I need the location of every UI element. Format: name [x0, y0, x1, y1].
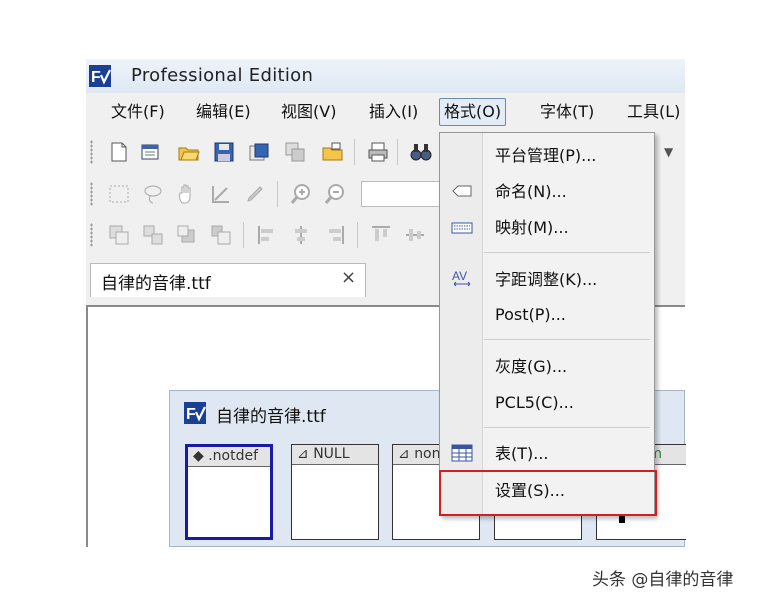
menu-edit[interactable]: 编辑(E)	[192, 99, 255, 125]
align-top-icon[interactable]	[370, 224, 392, 246]
save-icon[interactable]	[213, 141, 235, 163]
glyph-name: non	[414, 446, 441, 462]
menu-insert[interactable]: 插入(I)	[365, 99, 422, 125]
menu-item-pcl5[interactable]: PCL5(C)...	[495, 390, 574, 416]
menu-separator	[484, 427, 650, 428]
document-tab[interactable]: 自律的音律.ttf ×	[90, 263, 366, 297]
menu-separator	[484, 339, 650, 340]
hand-tool-icon[interactable]	[176, 183, 198, 205]
glyph-name: NULL	[313, 446, 350, 462]
menu-item-tables[interactable]: 表(T)...	[495, 441, 549, 467]
menu-item-mapping[interactable]: 映射(M)...	[495, 215, 569, 241]
save-all-icon[interactable]	[248, 141, 270, 163]
ungroup-icon[interactable]	[142, 224, 164, 246]
menu-item-grayscale[interactable]: 灰度(G)...	[495, 354, 567, 380]
open-project-icon[interactable]	[322, 141, 344, 163]
title-bar[interactable]: F Professional Edition	[86, 59, 685, 93]
bring-forward-icon[interactable]	[176, 224, 198, 246]
menu-view[interactable]: 视图(V)	[277, 99, 340, 125]
group-icon[interactable]	[108, 224, 130, 246]
toolbar-grip[interactable]	[90, 223, 93, 247]
close-tab-icon[interactable]: ×	[341, 267, 356, 288]
svg-text:F: F	[186, 406, 196, 423]
svg-text:AV: AV	[452, 269, 467, 283]
menu-item-post[interactable]: Post(P)...	[495, 302, 566, 328]
menu-format[interactable]: 格式(O)	[439, 98, 507, 126]
toolbar-separator	[277, 181, 278, 207]
menu-item-platform-manager[interactable]: 平台管理(P)...	[495, 143, 596, 169]
align-right-icon[interactable]	[324, 224, 346, 246]
menu-file[interactable]: 文件(F)	[107, 99, 169, 125]
kerning-icon: AV	[452, 269, 471, 287]
tag-icon	[452, 185, 472, 197]
print-icon[interactable]	[367, 141, 389, 163]
toolbar-grip[interactable]	[90, 182, 93, 206]
document-tab-label: 自律的音律.ttf	[101, 274, 211, 294]
toolbar-separator	[397, 139, 398, 165]
zoom-level-input[interactable]	[361, 181, 441, 207]
window-title: Professional Edition	[131, 65, 314, 86]
menu-bar: 文件(F) 编辑(E) 视图(V) 插入(I) 格式(O) 字体(T) 工具(L…	[86, 93, 685, 132]
glyph-cell[interactable]: ◆ .notdef	[185, 444, 273, 540]
menu-font[interactable]: 字体(T)	[536, 99, 598, 125]
find-icon[interactable]	[410, 141, 432, 163]
lasso-icon[interactable]	[142, 183, 164, 205]
open-folder-icon[interactable]	[178, 141, 200, 163]
format-menu-dropdown: 平台管理(P)... 命名(N)... 映射(M)... AV 字距调整(K).…	[439, 132, 655, 516]
copy-font-icon[interactable]	[284, 141, 306, 163]
font-window-title: 自律的音律.ttf	[216, 407, 326, 427]
glyph-preview	[619, 515, 625, 523]
settings-highlight-box	[439, 470, 657, 516]
app-logo-icon: F	[89, 65, 111, 87]
measure-icon[interactable]	[210, 183, 232, 205]
svg-text:F: F	[91, 69, 101, 86]
send-backward-icon[interactable]	[210, 224, 232, 246]
zoom-in-icon[interactable]	[290, 183, 312, 205]
glyph-name: .notdef	[208, 448, 259, 464]
toolbar-separator	[354, 139, 355, 165]
toolbar-separator	[357, 222, 358, 248]
align-middle-icon[interactable]	[404, 224, 426, 246]
align-left-icon[interactable]	[256, 224, 278, 246]
select-rectangle-icon[interactable]	[108, 183, 130, 205]
pen-icon[interactable]	[244, 183, 266, 205]
menu-separator	[484, 252, 650, 253]
glyph-cell[interactable]: ⊿ NULL	[291, 444, 379, 540]
table-icon	[451, 444, 473, 462]
menu-tools[interactable]: 工具(L)	[623, 99, 684, 125]
align-center-icon[interactable]	[290, 224, 312, 246]
menu-item-kerning[interactable]: 字距调整(K)...	[495, 267, 597, 293]
font-window-logo-icon: F	[184, 402, 206, 424]
toolbar-overflow-arrow[interactable]: ▼	[664, 145, 673, 159]
glyph-cell-header: ◆ .notdef	[188, 447, 270, 467]
menu-item-naming[interactable]: 命名(N)...	[495, 179, 567, 205]
keyboard-icon	[451, 222, 473, 234]
glyph-cell-header: ⊿ NULL	[292, 445, 378, 465]
new-font-icon[interactable]	[140, 141, 162, 163]
glyph-marker-icon: ⊿	[398, 446, 410, 462]
toolbar-separator	[243, 222, 244, 248]
new-file-icon[interactable]	[108, 141, 130, 163]
toolbar-grip[interactable]	[90, 140, 93, 164]
glyph-marker-icon: ◆	[193, 448, 204, 464]
watermark-text: 头条 @自律的音律	[592, 570, 734, 590]
zoom-out-icon[interactable]	[324, 183, 346, 205]
glyph-marker-icon: ⊿	[297, 446, 309, 462]
